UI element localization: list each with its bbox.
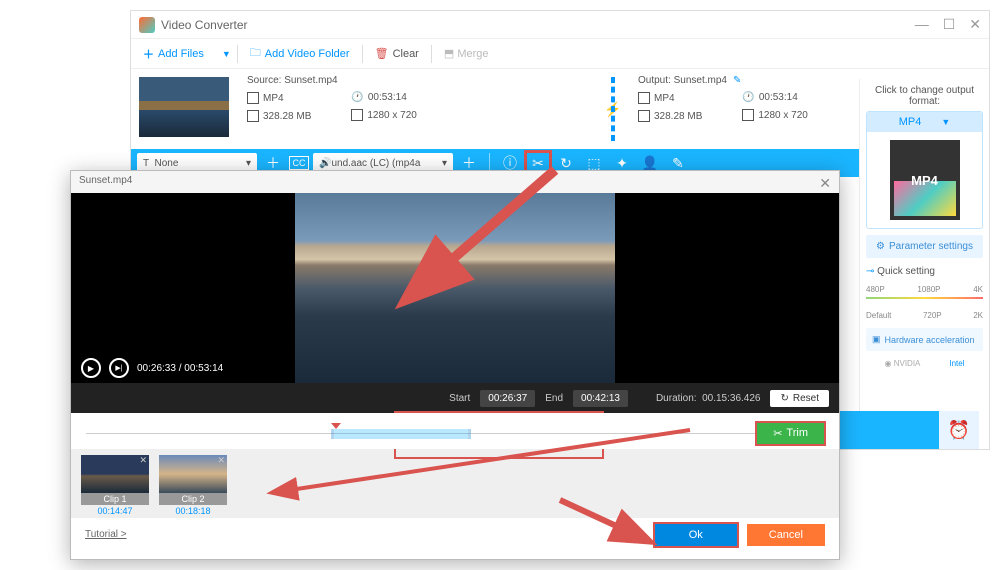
maximize-icon[interactable]: ☐ — [943, 16, 956, 33]
trim-range-selector[interactable] — [331, 429, 471, 439]
output-resolution: 1280 x 720 — [742, 109, 808, 121]
intel-logo: Intel — [949, 359, 964, 368]
reset-button[interactable]: ↻Reset — [770, 390, 829, 407]
trim-action-button[interactable]: ✂Trim — [757, 423, 824, 444]
end-time-input[interactable]: 00:42:13 — [573, 390, 628, 407]
edit-pencil-icon[interactable]: ✎ — [733, 75, 741, 86]
format-selector[interactable]: MP4▼ MP4 — [866, 111, 983, 229]
clip-item[interactable]: ✕ Clip 2 00:18:18 — [159, 455, 227, 517]
hardware-accel-button[interactable]: ▣Hardware acceleration — [866, 328, 983, 351]
output-format: MP4 — [638, 92, 702, 104]
start-time-input[interactable]: 00:26:37 — [480, 390, 535, 407]
titlebar: Video Converter — ☐ ✕ — [131, 11, 989, 39]
video-preview-area: ▶ ▶| 00:26:33 / 00:53:14 — [71, 193, 839, 383]
clips-row: ✕ Clip 1 00:14:47 ✕ Clip 2 00:18:18 — [71, 449, 839, 517]
chevron-down-icon: ▼ — [941, 117, 950, 127]
app-title: Video Converter — [161, 18, 248, 32]
trim-time-controls: Start 00:26:37 End 00:42:13 Duration: 00… — [71, 383, 839, 413]
source-resolution: 1280 x 720 — [351, 109, 417, 121]
quality-slider[interactable]: 480P1080P4K — [866, 285, 983, 309]
window-controls: — ☐ ✕ — [915, 16, 981, 33]
format-icon: MP4 — [890, 140, 960, 220]
dialog-titlebar: Sunset.mp4 ✕ — [71, 171, 839, 193]
gear-icon: ⚙ — [876, 241, 885, 252]
change-format-label: Click to change output format: — [866, 85, 983, 107]
ok-button[interactable]: Ok — [655, 524, 737, 546]
playback-controls: ▶ ▶| 00:26:33 / 00:53:14 — [71, 353, 839, 383]
schedule-button[interactable]: ⏰ — [939, 411, 979, 449]
source-duration: 🕐00:53:14 — [351, 92, 417, 103]
source-format: MP4 — [247, 92, 311, 104]
close-icon[interactable]: ✕ — [969, 16, 981, 33]
folder-icon: 🗀 — [250, 44, 261, 63]
source-meta: Source: Sunset.mp4 MP4 328.28 MB 🕐00:53:… — [237, 69, 598, 149]
step-button[interactable]: ▶| — [109, 358, 129, 378]
size-icon — [247, 110, 259, 122]
merge-button: ⬒ Merge — [432, 47, 501, 60]
end-label: End — [545, 393, 563, 404]
scissors-icon: ✂ — [773, 427, 782, 440]
output-duration: 🕐00:53:14 — [742, 92, 808, 103]
clear-button[interactable]: 🗑Clear — [363, 39, 431, 68]
add-folder-button[interactable]: 🗀Add Video Folder — [238, 39, 362, 68]
tutorial-link[interactable]: Tutorial > — [85, 529, 127, 540]
source-size: 328.28 MB — [247, 110, 311, 122]
trim-dialog: Sunset.mp4 ✕ ▶ ▶| 00:26:33 / 00:53:14 St… — [70, 170, 840, 560]
output-size: 328.28 MB — [638, 110, 702, 122]
quick-setting: ⊸ Quick setting — [866, 266, 983, 277]
dialog-footer: Tutorial > Ok Cancel — [71, 517, 839, 551]
video-thumbnail[interactable] — [139, 77, 229, 137]
parameter-settings-button[interactable]: ⚙Parameter settings — [866, 235, 983, 258]
start-label: Start — [449, 393, 470, 404]
trash-icon: 🗑 — [375, 47, 389, 60]
clip-item[interactable]: ✕ Clip 1 00:14:47 — [81, 455, 149, 517]
cancel-button[interactable]: Cancel — [747, 524, 825, 546]
time-display: 00:26:33 / 00:53:14 — [137, 363, 223, 374]
clip-close-icon[interactable]: ✕ — [139, 455, 147, 466]
add-files-button[interactable]: ＋Add Files — [131, 39, 216, 68]
duration-label: Duration: 00.15:36.426 — [656, 393, 761, 404]
refresh-icon: ↻ — [780, 393, 788, 404]
dialog-close-icon[interactable]: ✕ — [819, 175, 831, 189]
resolution-icon — [351, 109, 363, 121]
play-button[interactable]: ▶ — [81, 358, 101, 378]
clip-close-icon[interactable]: ✕ — [217, 455, 225, 466]
cc-button[interactable]: CC — [289, 156, 309, 170]
right-panel: Click to change output format: MP4▼ MP4 … — [859, 79, 989, 449]
main-toolbar: ＋Add Files ▼ 🗀Add Video Folder 🗑Clear ⬒ … — [131, 39, 989, 69]
app-logo-icon — [139, 17, 155, 33]
chip-icon: ▣ — [872, 334, 881, 345]
merge-icon: ⬒ — [444, 48, 457, 60]
clock-icon: 🕐 — [351, 92, 363, 103]
timeline[interactable]: ✂Trim — [71, 413, 839, 449]
alarm-icon: ⏰ — [948, 420, 970, 441]
minimize-icon[interactable]: — — [915, 16, 929, 33]
format-icon — [247, 92, 259, 104]
add-files-dropdown-icon[interactable]: ▼ — [222, 49, 231, 59]
nvidia-logo: ◉ NVIDIA — [885, 359, 921, 368]
